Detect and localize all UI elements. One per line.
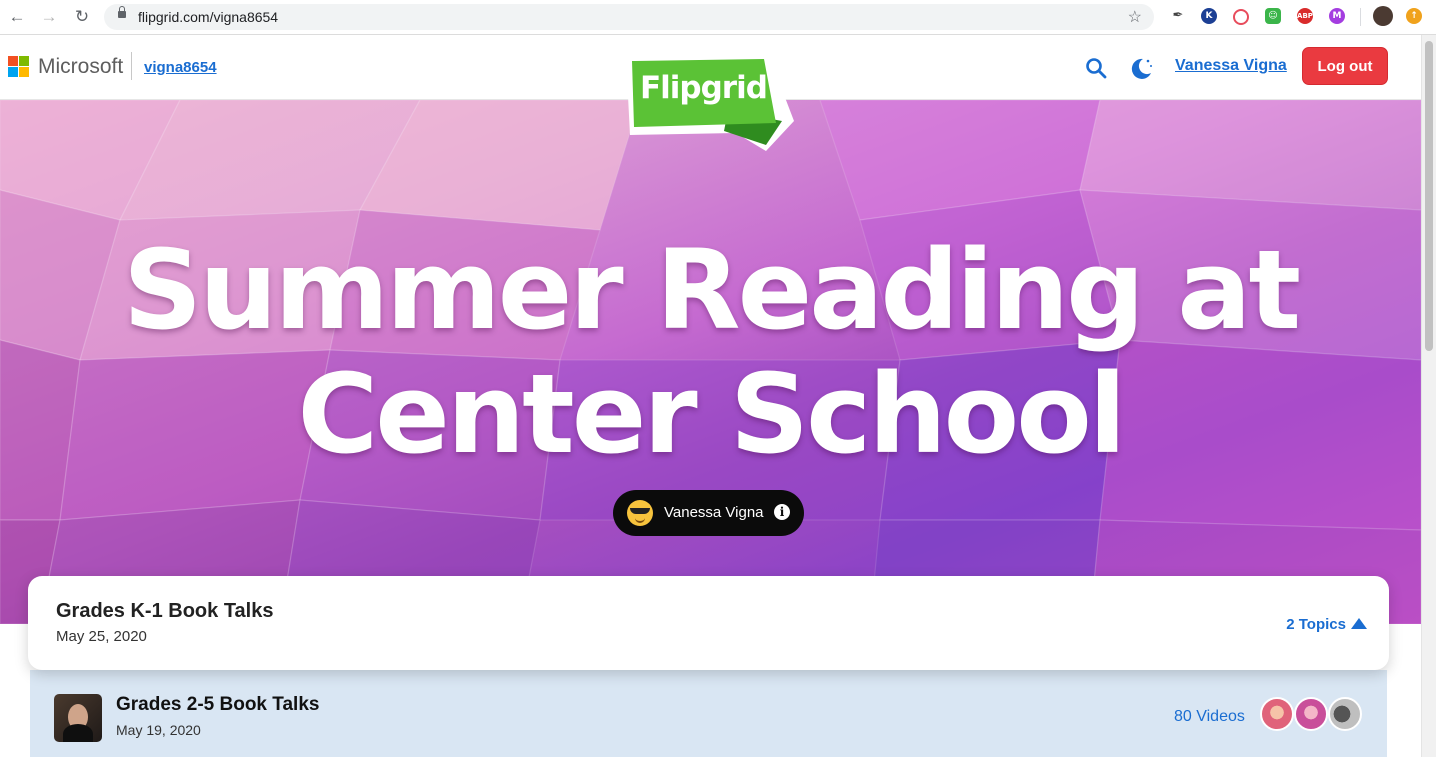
- student-avatar: [1260, 697, 1294, 731]
- reload-icon[interactable]: ↻: [71, 6, 93, 28]
- microsoft-brand-text: Microsoft: [38, 55, 124, 78]
- group-date: May 25, 2020: [56, 628, 147, 645]
- grid-title: Summer Reading at Center School: [122, 226, 1301, 478]
- extension-purple-icon[interactable]: M: [1329, 8, 1345, 24]
- address-bar[interactable]: flipgrid.com/vigna8654 ☆: [104, 4, 1154, 30]
- update-icon[interactable]: ↑: [1406, 8, 1422, 24]
- videos-count-link[interactable]: 80 Videos: [1174, 708, 1245, 726]
- owner-pill[interactable]: Vanessa Vigna i: [613, 490, 804, 536]
- topic-thumbnail: [54, 694, 102, 742]
- extension-swirl-icon[interactable]: [1233, 9, 1249, 25]
- lock-icon: [118, 6, 126, 18]
- dark-mode-moon-icon[interactable]: [1128, 55, 1154, 81]
- profile-avatar[interactable]: [1373, 6, 1393, 26]
- info-icon[interactable]: i: [774, 504, 790, 520]
- back-icon[interactable]: ←: [6, 6, 28, 28]
- logout-button[interactable]: Log out: [1302, 47, 1388, 85]
- scrollbar-thumb[interactable]: [1425, 41, 1433, 351]
- sunglasses-emoji-icon: [627, 500, 653, 526]
- username-link[interactable]: vigna8654: [144, 59, 217, 76]
- toolbar-divider: [1360, 8, 1361, 26]
- collapse-triangle-icon: [1351, 618, 1367, 629]
- microsoft-logo-icon: [8, 56, 30, 78]
- topics-toggle[interactable]: 2 Topics: [1286, 616, 1367, 633]
- forward-icon[interactable]: →: [38, 6, 60, 28]
- search-icon[interactable]: [1085, 57, 1107, 79]
- page-scrollbar[interactable]: [1421, 35, 1436, 757]
- flipgrid-logo-text: Flipgrid: [640, 70, 768, 106]
- topic-title: Grades 2-5 Book Talks: [116, 694, 320, 715]
- browser-toolbar: ← → ↻ flipgrid.com/vigna8654 ☆ ✒ K ☺ ABP…: [0, 0, 1436, 35]
- extension-abp-icon[interactable]: ABP: [1297, 8, 1313, 24]
- owner-name: Vanessa Vigna: [664, 504, 764, 521]
- hero-banner: Summer Reading at Center School Vanessa …: [0, 100, 1421, 624]
- bookmark-star-icon[interactable]: ☆: [1128, 7, 1142, 27]
- topic-date: May 19, 2020: [116, 722, 201, 738]
- extension-pen-icon[interactable]: ✒: [1170, 8, 1186, 24]
- user-name-link[interactable]: Vanessa Vigna: [1175, 57, 1287, 75]
- topic-group-card[interactable]: Grades K-1 Book Talks May 25, 2020 2 Top…: [28, 576, 1389, 670]
- url-text[interactable]: flipgrid.com/vigna8654: [138, 9, 278, 25]
- extension-green-icon[interactable]: ☺: [1265, 8, 1281, 24]
- topics-count: 2 Topics: [1286, 616, 1346, 633]
- group-title: Grades K-1 Book Talks: [56, 600, 274, 622]
- student-avatar: [1328, 697, 1362, 731]
- header-divider: [131, 52, 132, 80]
- topic-row[interactable]: Grades 2-5 Book Talks May 19, 2020 80 Vi…: [30, 670, 1387, 757]
- student-avatar: [1294, 697, 1328, 731]
- extension-k-icon[interactable]: K: [1201, 8, 1217, 24]
